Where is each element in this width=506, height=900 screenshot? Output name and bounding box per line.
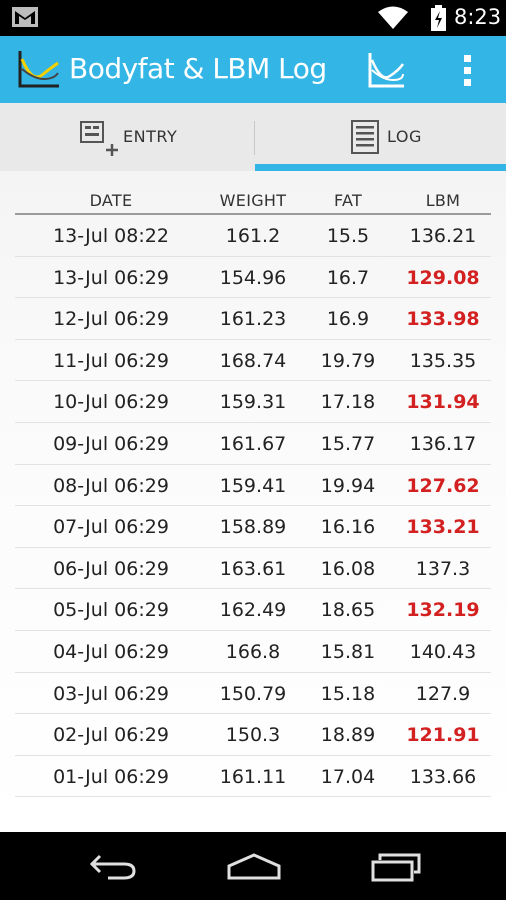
back-icon[interactable] xyxy=(88,852,138,880)
cell-date: 12-Jul 06:29 xyxy=(53,308,169,331)
tab-bar: ENTRY LOG xyxy=(0,103,506,171)
cell-lbm: 133.98 xyxy=(406,308,480,331)
cell-lbm: 137.3 xyxy=(415,557,471,580)
cell-weight: 161.2 xyxy=(225,225,281,247)
entry-icon xyxy=(80,121,118,156)
cell-lbm: 133.21 xyxy=(406,516,480,539)
tab-entry[interactable]: ENTRY xyxy=(0,103,253,171)
action-bar: Bodyfat & LBM Log xyxy=(0,36,506,103)
cell-fat: 16.7 xyxy=(326,266,370,289)
selected-tab-indicator xyxy=(255,164,506,171)
cell-lbm: 132.19 xyxy=(406,599,480,622)
cell-lbm: 131.94 xyxy=(406,391,480,414)
table-row[interactable]: 03-Jul 06:29 150.79 15.18 127.9 xyxy=(15,673,491,715)
cell-date: 01-Jul 06:29 xyxy=(53,765,169,788)
table-row[interactable]: 02-Jul 06:29 150.3 18.89 121.91 xyxy=(15,714,491,756)
cell-date: 06-Jul 06:29 xyxy=(53,557,169,580)
table-row[interactable]: 13-Jul 06:29 154.96 16.7 129.08 xyxy=(15,257,491,299)
cell-weight: 159.41 xyxy=(219,474,287,497)
cell-lbm: 121.91 xyxy=(406,724,480,747)
cell-weight: 154.96 xyxy=(219,266,287,289)
cell-date: 07-Jul 06:29 xyxy=(53,516,169,539)
cell-fat: 18.89 xyxy=(320,724,376,747)
header-date: DATE xyxy=(89,191,133,210)
cell-weight: 161.11 xyxy=(219,765,287,788)
cell-fat: 15.18 xyxy=(320,682,376,705)
table-row[interactable]: 12-Jul 06:29 161.23 16.9 133.98 xyxy=(15,298,491,340)
table-row[interactable]: 09-Jul 06:29 161.67 15.77 136.17 xyxy=(15,423,491,465)
header-lbm: LBM xyxy=(425,191,461,210)
cell-weight: 158.89 xyxy=(219,516,287,539)
cell-lbm: 136.17 xyxy=(409,432,477,455)
cell-fat: 19.79 xyxy=(320,349,376,372)
tab-entry-label: ENTRY xyxy=(123,127,178,146)
cell-date: 11-Jul 06:29 xyxy=(53,349,169,372)
log-list[interactable]: DATE WEIGHT FAT LBM 13-Jul 08:22 161.2 15.… xyxy=(0,171,506,832)
cell-date: 03-Jul 06:29 xyxy=(53,682,169,705)
graph-icon[interactable] xyxy=(366,50,406,90)
cell-weight: 166.8 xyxy=(225,640,281,663)
cell-lbm: 133.66 xyxy=(409,765,477,788)
log-table: DATE WEIGHT FAT LBM 13-Jul 08:22 161.2 15.… xyxy=(15,171,491,798)
cell-fat: 17.18 xyxy=(320,391,376,414)
cell-fat: 15.77 xyxy=(320,432,376,455)
cell-lbm: 129.08 xyxy=(406,266,480,289)
cell-date: 04-Jul 06:29 xyxy=(53,640,169,663)
table-row[interactable]: 08-Jul 06:29 159.41 19.94 127.62 xyxy=(15,465,491,507)
cell-date: 13-Jul 06:29 xyxy=(53,266,169,289)
navigation-bar xyxy=(0,832,506,900)
cell-fat: 15.81 xyxy=(320,640,376,663)
gmail-icon xyxy=(12,7,38,27)
cell-weight: 168.74 xyxy=(219,349,287,372)
cell-fat: 19.94 xyxy=(320,474,376,497)
tab-log-label: LOG xyxy=(387,127,422,146)
overflow-menu-icon[interactable] xyxy=(456,52,480,88)
cell-lbm: 136.21 xyxy=(409,225,477,247)
home-icon[interactable] xyxy=(225,852,283,880)
recent-apps-icon[interactable] xyxy=(370,852,422,882)
tab-log[interactable]: LOG xyxy=(253,103,506,171)
table-row[interactable]: 13-Jul 08:22 161.2 15.5 136.21 xyxy=(15,215,491,257)
cell-lbm: 140.43 xyxy=(409,640,477,663)
cell-weight: 150.3 xyxy=(225,724,281,747)
table-row[interactable]: 07-Jul 06:29 158.89 16.16 133.21 xyxy=(15,506,491,548)
app-logo-icon xyxy=(18,49,60,89)
cell-lbm: 127.62 xyxy=(406,474,480,497)
cell-date: 08-Jul 06:29 xyxy=(53,474,169,497)
table-header: DATE WEIGHT FAT LBM xyxy=(15,171,491,215)
cell-fat: 16.16 xyxy=(320,516,376,539)
cell-weight: 162.49 xyxy=(219,599,287,622)
battery-icon xyxy=(431,5,446,31)
wifi-icon xyxy=(378,6,408,29)
cell-weight: 161.23 xyxy=(219,308,287,331)
status-bar: 8:23 xyxy=(0,0,506,36)
cell-date: 05-Jul 06:29 xyxy=(53,599,169,622)
cell-fat: 17.04 xyxy=(320,765,376,788)
status-time: 8:23 xyxy=(454,5,502,29)
cell-fat: 15.5 xyxy=(326,225,370,247)
cell-lbm: 127.9 xyxy=(415,682,471,705)
table-row[interactable]: 06-Jul 06:29 163.61 16.08 137.3 xyxy=(15,548,491,590)
table-row[interactable]: 11-Jul 06:29 168.74 19.79 135.35 xyxy=(15,340,491,382)
app-title: Bodyfat & LBM Log xyxy=(69,52,327,85)
cell-weight: 161.67 xyxy=(219,432,287,455)
cell-date: 09-Jul 06:29 xyxy=(53,432,169,455)
cell-weight: 163.61 xyxy=(219,557,287,580)
cell-lbm: 135.35 xyxy=(409,349,477,372)
table-row[interactable]: 01-Jul 06:29 161.11 17.04 133.66 xyxy=(15,756,491,798)
log-icon xyxy=(351,120,379,154)
cell-date: 02-Jul 06:29 xyxy=(53,724,169,747)
cell-fat: 16.08 xyxy=(320,557,376,580)
cell-weight: 159.31 xyxy=(219,391,287,414)
table-row[interactable]: 05-Jul 06:29 162.49 18.65 132.19 xyxy=(15,589,491,631)
cell-fat: 16.9 xyxy=(326,308,370,331)
header-fat: FAT xyxy=(333,191,363,210)
header-weight: WEIGHT xyxy=(219,191,287,210)
table-row[interactable]: 04-Jul 06:29 166.8 15.81 140.43 xyxy=(15,631,491,673)
table-row[interactable]: 10-Jul 06:29 159.31 17.18 131.94 xyxy=(15,381,491,423)
cell-date: 10-Jul 06:29 xyxy=(53,391,169,414)
cell-fat: 18.65 xyxy=(320,599,376,622)
cell-date: 13-Jul 08:22 xyxy=(53,225,169,247)
cell-weight: 150.79 xyxy=(219,682,287,705)
